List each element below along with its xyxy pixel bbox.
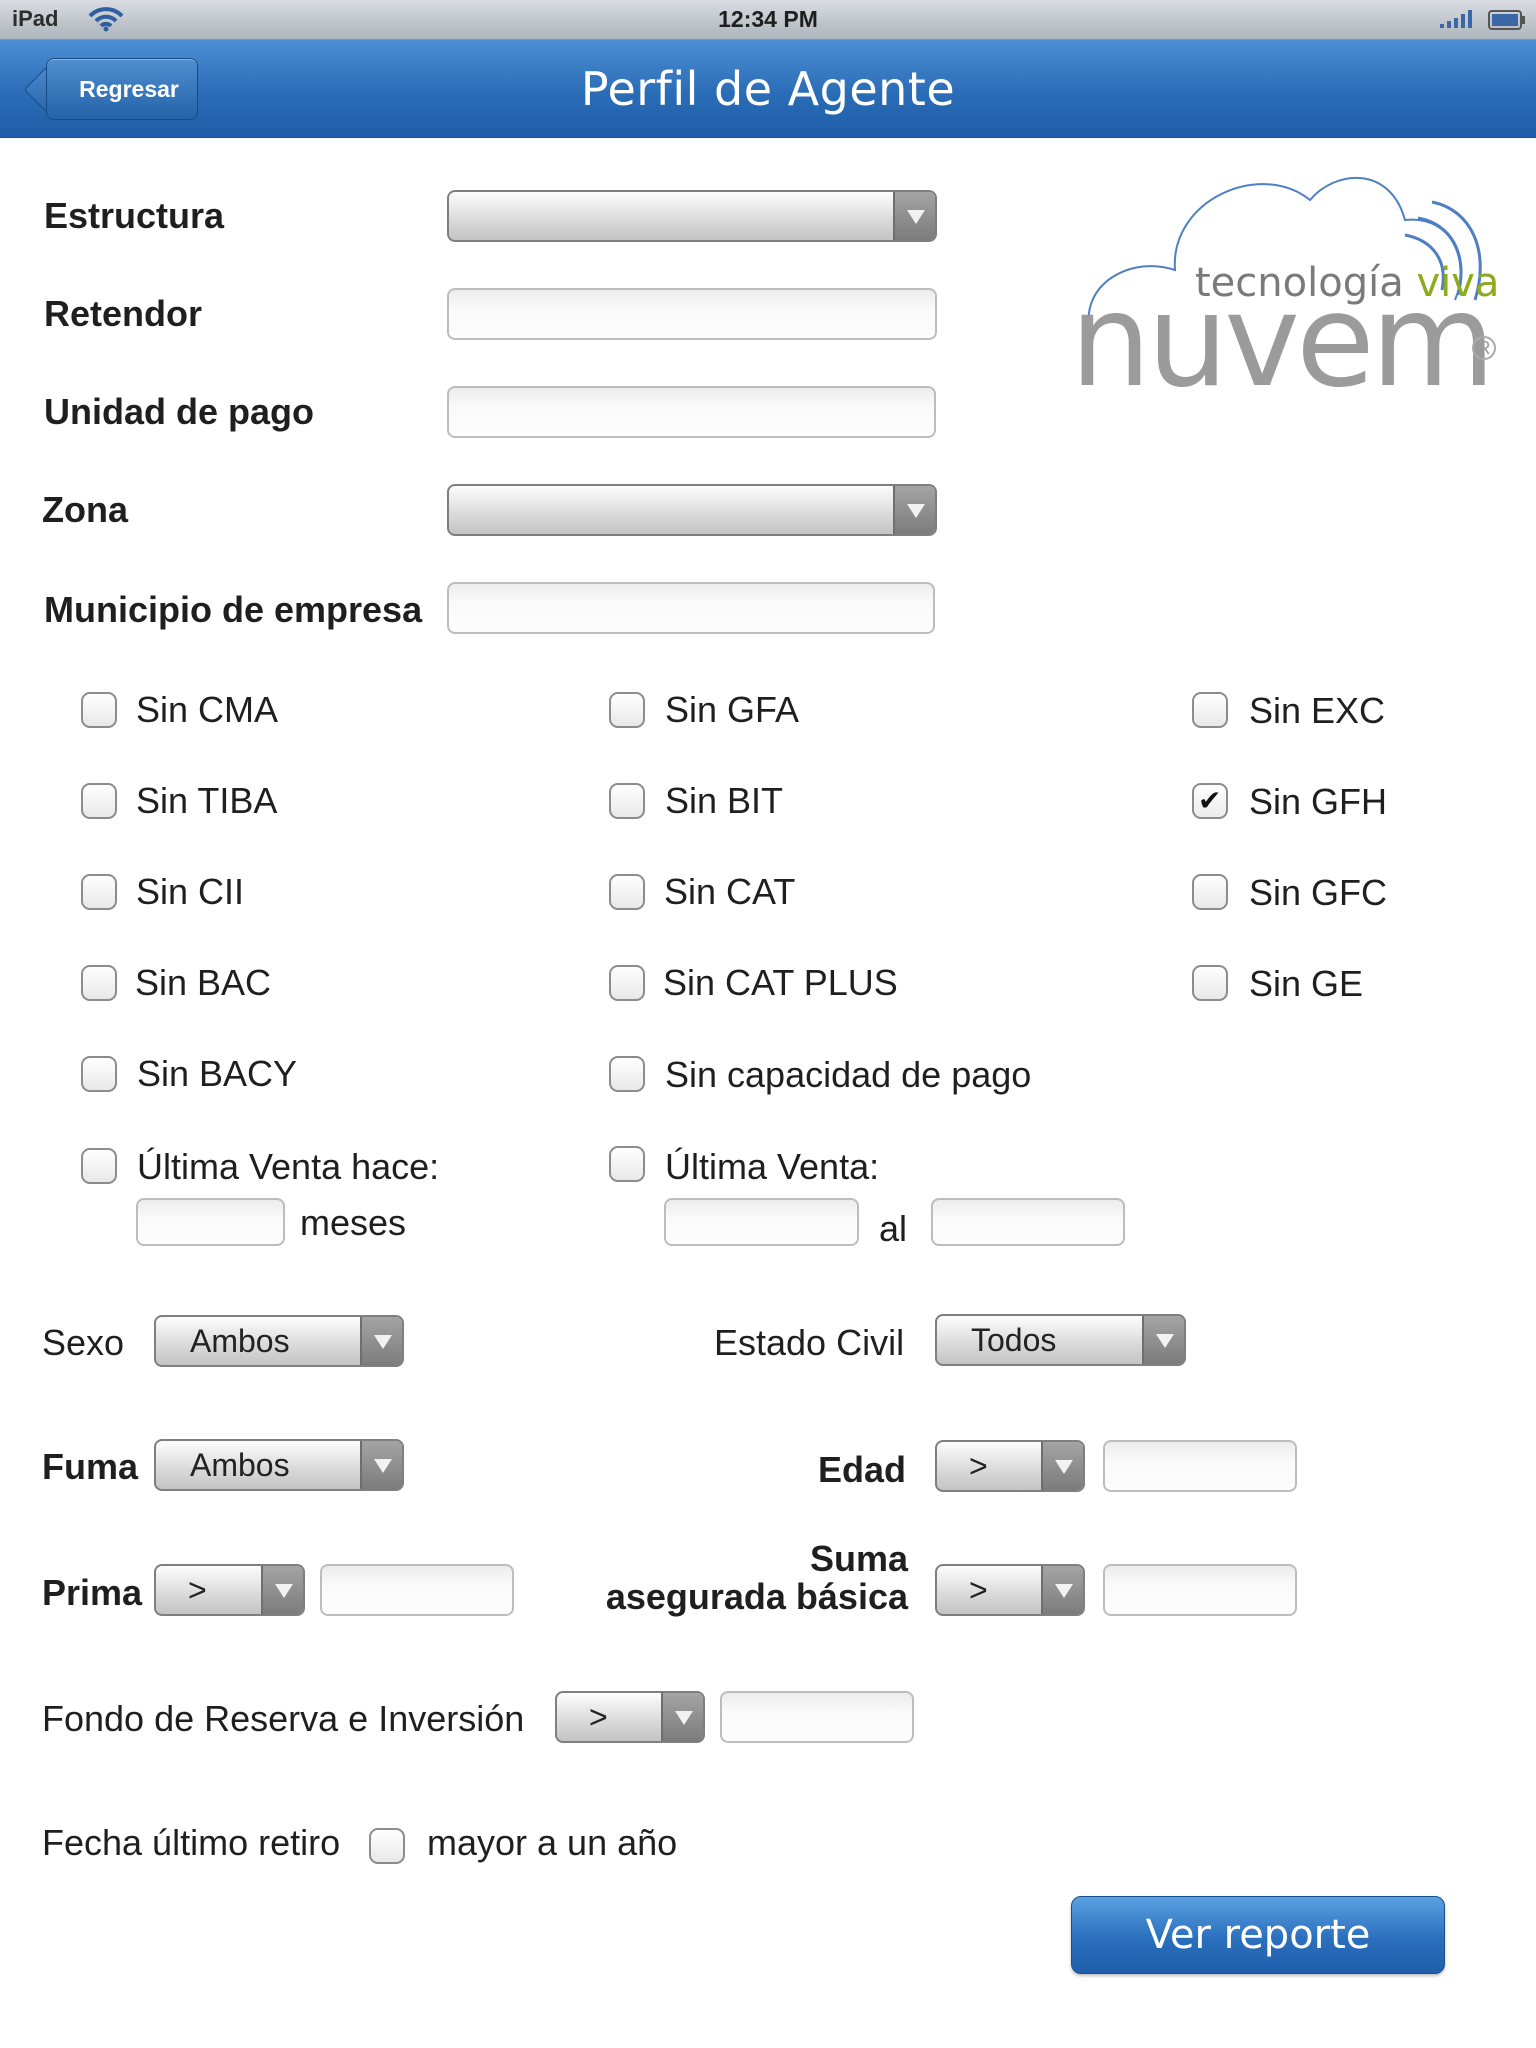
checkbox-label: Sin CAT PLUS xyxy=(663,962,898,1003)
edad-input[interactable] xyxy=(1103,1440,1297,1492)
checkbox-label: mayor a un año xyxy=(427,1822,678,1863)
checkbox-label: Sin BACY xyxy=(137,1053,298,1094)
navigation-bar: Regresar Perfil de Agente xyxy=(0,40,1536,138)
chevron-down-icon xyxy=(893,192,935,240)
edad-label: Edad xyxy=(818,1449,907,1490)
ultima-venta-label: Última Venta: xyxy=(665,1146,880,1187)
checkbox-sin-gfa[interactable] xyxy=(609,692,645,728)
prima-label: Prima xyxy=(42,1572,143,1613)
signal-icon xyxy=(1440,10,1476,33)
ultima-venta-hasta-input[interactable] xyxy=(931,1198,1125,1246)
status-bar: iPad 12:34 PM xyxy=(0,0,1536,40)
edad-operator-select[interactable]: > xyxy=(935,1440,1085,1492)
checkbox-sin-cii[interactable] xyxy=(81,874,117,910)
meses-input[interactable] xyxy=(136,1198,285,1246)
checkbox-sin-gfc[interactable] xyxy=(1192,874,1228,910)
suma-input[interactable] xyxy=(1103,1564,1297,1616)
checkbox-label: Sin capacidad de pago xyxy=(665,1054,1032,1095)
logo-brand: nuvem xyxy=(1070,267,1495,416)
checkbox-label: Sin EXC xyxy=(1249,690,1386,731)
chevron-down-icon xyxy=(661,1693,703,1741)
ultima-venta-desde-input[interactable] xyxy=(664,1198,859,1246)
select-value: > xyxy=(188,1572,207,1608)
meses-label: meses xyxy=(300,1202,407,1243)
fondo-operator-select[interactable]: > xyxy=(555,1691,705,1743)
fondo-label: Fondo de Reserva e Inversión xyxy=(42,1698,525,1739)
suma-asegurada-label: Suma asegurada básica xyxy=(600,1540,908,1616)
prima-operator-select[interactable]: > xyxy=(154,1564,305,1616)
range-separator-label: al xyxy=(879,1208,908,1249)
sexo-label: Sexo xyxy=(42,1322,125,1363)
fondo-input[interactable] xyxy=(720,1691,914,1743)
chevron-down-icon xyxy=(893,486,935,534)
checkbox-label: Sin GE xyxy=(1249,963,1364,1004)
checkbox-label: Sin GFH xyxy=(1249,781,1388,822)
checkbox-sin-bit[interactable] xyxy=(609,783,645,819)
chevron-down-icon xyxy=(1041,1566,1083,1614)
municipio-label: Municipio de empresa xyxy=(44,589,423,630)
fuma-select[interactable]: Ambos xyxy=(154,1439,404,1491)
ver-reporte-button[interactable]: Ver reporte xyxy=(1071,1896,1445,1974)
zona-label: Zona xyxy=(42,489,128,530)
retendor-input[interactable] xyxy=(447,288,937,340)
checkbox-sin-tiba[interactable] xyxy=(81,783,117,819)
unidad-pago-label: Unidad de pago xyxy=(44,391,314,432)
suma-label-line: Suma xyxy=(809,1538,908,1579)
zona-select[interactable] xyxy=(447,484,937,536)
select-value: > xyxy=(969,1448,988,1484)
checkbox-label: Sin BAC xyxy=(135,962,272,1003)
battery-icon xyxy=(1488,10,1526,35)
checkbox-sin-cat[interactable] xyxy=(609,874,645,910)
prima-input[interactable] xyxy=(320,1564,514,1616)
back-button[interactable]: Regresar xyxy=(46,58,198,120)
retendor-label: Retendor xyxy=(44,293,203,334)
select-value: Ambos xyxy=(190,1447,290,1483)
checkbox-ultima-venta-hace[interactable] xyxy=(81,1148,117,1184)
checkbox-label: Sin BIT xyxy=(665,780,784,821)
registered-mark: R xyxy=(1472,336,1496,360)
checkbox-sin-exc[interactable] xyxy=(1192,692,1228,728)
checkbox-label: Sin GFC xyxy=(1249,872,1388,913)
select-value: Ambos xyxy=(190,1323,290,1359)
select-value: > xyxy=(969,1572,988,1608)
checkbox-mayor-un-ano[interactable] xyxy=(369,1828,405,1864)
chevron-down-icon xyxy=(1041,1442,1083,1490)
estructura-select[interactable] xyxy=(447,190,937,242)
estructura-label: Estructura xyxy=(44,195,225,236)
checkbox-label: Sin CII xyxy=(136,871,245,912)
suma-label-line: asegurada básica xyxy=(605,1576,908,1617)
municipio-input[interactable] xyxy=(447,582,935,634)
status-time: 12:34 PM xyxy=(718,6,818,32)
chevron-down-icon xyxy=(261,1566,303,1614)
ultima-venta-hace-label: Última Venta hace: xyxy=(137,1146,440,1187)
checkbox-sin-cat-plus[interactable] xyxy=(609,965,645,1001)
nuvem-logo: tecnología viva nuvem R xyxy=(1060,160,1510,406)
checkbox-sin-bacy[interactable] xyxy=(81,1056,117,1092)
checkbox-label: Sin CAT xyxy=(664,871,796,912)
checkbox-ultima-venta[interactable] xyxy=(609,1146,645,1182)
checkmark-icon: ✔ xyxy=(1198,785,1222,816)
checkbox-sin-cma[interactable] xyxy=(81,692,117,728)
checkbox-sin-gfh[interactable]: ✔ xyxy=(1192,783,1228,819)
checkbox-label: Sin GFA xyxy=(665,689,800,730)
fecha-retiro-label: Fecha último retiro xyxy=(42,1822,341,1863)
estado-civil-label: Estado Civil xyxy=(714,1322,905,1363)
suma-operator-select[interactable]: > xyxy=(935,1564,1085,1616)
chevron-down-icon xyxy=(1142,1316,1184,1364)
checkbox-label: Sin TIBA xyxy=(136,780,278,821)
checkbox-sin-bac[interactable] xyxy=(81,965,117,1001)
chevron-down-icon xyxy=(360,1441,402,1489)
sexo-select[interactable]: Ambos xyxy=(154,1315,404,1367)
checkbox-sin-capacidad-pago[interactable] xyxy=(609,1056,645,1092)
estado-civil-select[interactable]: Todos xyxy=(935,1314,1186,1366)
select-value: > xyxy=(589,1699,608,1735)
checkbox-sin-ge[interactable] xyxy=(1192,965,1228,1001)
checkbox-label: Sin CMA xyxy=(136,689,279,730)
chevron-down-icon xyxy=(360,1317,402,1365)
fuma-label: Fuma xyxy=(42,1446,139,1487)
unidad-pago-input[interactable] xyxy=(447,386,936,438)
select-value: Todos xyxy=(971,1322,1057,1358)
